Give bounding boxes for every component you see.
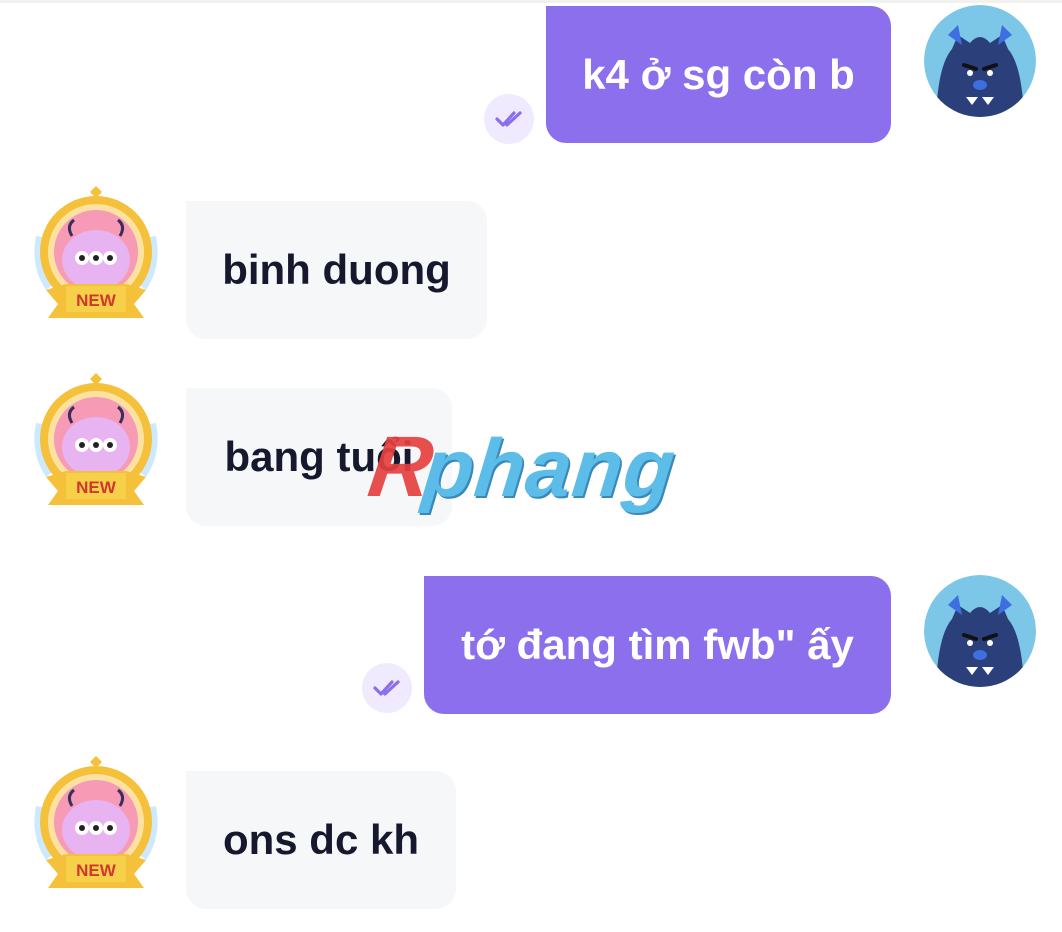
message-text: ons dc kh [222,816,420,863]
my-avatar[interactable] [924,575,1036,687]
new-user-badge-avatar[interactable]: NEW [26,756,166,896]
watermark-text: phang [419,423,680,514]
message-bubble-received[interactable]: binh duong [186,201,487,339]
watermark-logo: R phang [363,419,700,515]
message-bubble-received[interactable]: ons dc kh [186,771,456,909]
svg-text:NEW: NEW [76,861,117,880]
message-text: tớ đang tìm fwb" ấy [461,621,854,668]
message-bubble-sent[interactable]: tớ đang tìm fwb" ấy [424,576,891,714]
read-check-icon [362,663,412,713]
my-avatar[interactable] [924,5,1036,117]
svg-text:NEW: NEW [76,478,117,497]
new-user-badge-avatar[interactable]: NEW [26,186,166,326]
message-text: binh duong [222,246,451,293]
message-bubble-sent[interactable]: k4 ở sg còn b [546,6,891,143]
message-text: k4 ở sg còn b [582,50,855,98]
top-divider [0,0,1062,3]
read-check-icon [484,94,534,144]
svg-text:NEW: NEW [76,291,117,310]
new-user-badge-avatar[interactable]: NEW [26,373,166,513]
